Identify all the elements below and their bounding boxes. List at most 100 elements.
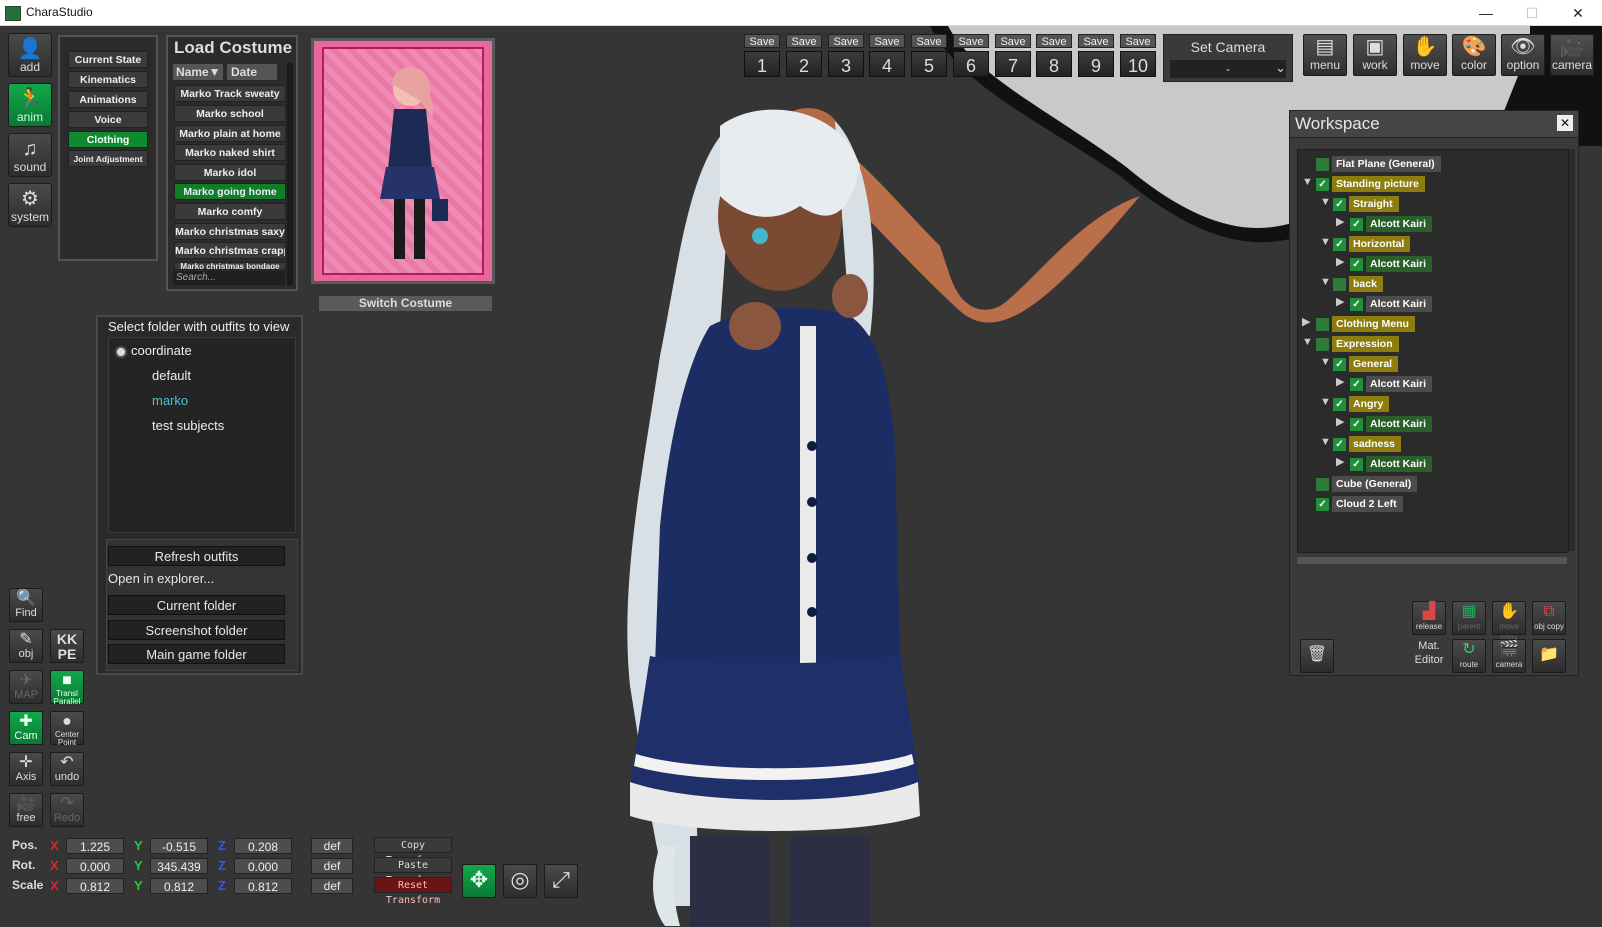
clapperboard-icon[interactable]: 9 — [1078, 51, 1114, 77]
save-slot-8[interactable]: Save 8 — [1036, 34, 1072, 77]
kkpe-button[interactable]: KK PE — [50, 629, 84, 663]
tree-node[interactable]: ✓ sadness — [1333, 436, 1402, 452]
add-button[interactable]: 👤 add — [8, 33, 52, 77]
expand-triangle-icon[interactable]: ▼ — [1320, 195, 1332, 209]
undo-button[interactable]: ↶ undo — [50, 752, 84, 786]
menu-joint-adjustment[interactable]: Joint Adjustment — [68, 150, 148, 167]
redo-button[interactable]: ↷ Redo — [50, 793, 84, 827]
tree-node[interactable]: ✓ Alcott Kairi — [1350, 376, 1433, 392]
checkbox[interactable]: ✓ — [1316, 337, 1329, 351]
pos-z-field[interactable]: 0.208 — [234, 838, 292, 854]
scale-y-field[interactable]: 0.812 — [150, 878, 208, 894]
costume-item[interactable]: Marko Track sweaty — [174, 85, 286, 102]
switch-costume-button[interactable]: Switch Costume — [319, 296, 492, 311]
workspace-close-button[interactable]: ✕ — [1557, 115, 1573, 131]
costume-search-input[interactable]: Search... — [173, 271, 285, 285]
tree-node[interactable]: ✓ Horizontal — [1333, 236, 1411, 252]
menu-button[interactable]: ▤ menu — [1303, 34, 1347, 76]
checkbox[interactable]: ✓ — [1316, 157, 1329, 171]
expand-triangle-icon[interactable]: ▼ — [1320, 435, 1332, 449]
anim-button[interactable]: 🏃 anim — [8, 83, 52, 127]
save-slot-5[interactable]: Save 5 — [911, 34, 947, 77]
tree-node[interactable]: ✓ Angry — [1333, 396, 1390, 412]
delete-button[interactable]: 🗑 — [1300, 639, 1334, 673]
tree-node[interactable]: ✓ Alcott Kairi — [1350, 256, 1433, 272]
clapperboard-icon[interactable]: 10 — [1120, 51, 1156, 77]
pos-x-field[interactable]: 1.225 — [66, 838, 124, 854]
tree-node[interactable]: ✓ Alcott Kairi — [1350, 216, 1433, 232]
checkbox[interactable]: ✓ — [1350, 217, 1363, 231]
workspace-vscrollbar[interactable] — [1569, 149, 1575, 551]
expand-triangle-icon[interactable]: ▶ — [1336, 215, 1348, 229]
save-slot-6[interactable]: Save 6 — [953, 34, 989, 77]
menu-kinematics[interactable]: Kinematics — [68, 71, 148, 88]
expand-triangle-icon[interactable]: ▶ — [1336, 375, 1348, 389]
save-slot-7[interactable]: Save 7 — [995, 34, 1031, 77]
parent-button[interactable]: ▦ parent — [1452, 601, 1486, 635]
maximize-button[interactable]: ☐ — [1510, 3, 1554, 23]
rot-z-field[interactable]: 0.000 — [234, 858, 292, 874]
move-copy-button[interactable]: ✋ move copy — [1492, 601, 1526, 642]
option-button[interactable]: 👁 option — [1501, 34, 1545, 76]
tree-node[interactable]: ✓ Straight — [1333, 196, 1399, 212]
checkbox[interactable]: ✓ — [1350, 377, 1363, 391]
folder-button[interactable]: 📁 — [1532, 639, 1566, 673]
copy-transform-button[interactable]: Copy Transform — [374, 837, 452, 866]
folder-root[interactable]: coordinate — [131, 343, 192, 358]
reset-transform-button[interactable]: Reset Transform — [374, 877, 452, 906]
checkbox[interactable]: ✓ — [1316, 317, 1329, 331]
set-camera-select[interactable]: - — [1170, 60, 1286, 78]
pos-y-field[interactable]: -0.515 — [150, 838, 208, 854]
checkbox[interactable]: ✓ — [1333, 277, 1346, 291]
scale-z-field[interactable]: 0.812 — [234, 878, 292, 894]
center-point-button[interactable]: ● Center Point — [50, 711, 84, 747]
clapperboard-icon[interactable]: 3 — [828, 51, 864, 77]
save-slot-3[interactable]: Save 3 — [828, 34, 864, 77]
minimize-button[interactable]: — — [1464, 3, 1508, 23]
paste-transform-button[interactable]: Paste Transform — [374, 857, 452, 886]
tree-node[interactable]: ✓Expression — [1316, 336, 1399, 352]
folder-item-selected[interactable]: marko — [152, 393, 188, 408]
obj-button[interactable]: ✎ obj — [9, 629, 43, 663]
work-button[interactable]: ▣ work — [1353, 34, 1397, 76]
ws-camera-button[interactable]: 🎬 camera — [1492, 639, 1526, 673]
clapperboard-icon[interactable]: 8 — [1036, 51, 1072, 77]
system-button[interactable]: ⚙ system — [8, 183, 52, 227]
expand-triangle-icon[interactable]: ▶ — [1336, 455, 1348, 469]
costume-item[interactable]: Marko plain at home — [174, 125, 286, 142]
checkbox[interactable]: ✓ — [1316, 497, 1329, 511]
checkbox[interactable]: ✓ — [1350, 457, 1363, 471]
save-slot-1[interactable]: Save 1 — [744, 34, 780, 77]
tree-node[interactable]: ✓Cube (General) — [1316, 476, 1418, 492]
clapperboard-icon[interactable]: 2 — [786, 51, 822, 77]
expand-radio-icon[interactable] — [115, 346, 127, 358]
checkbox[interactable]: ✓ — [1350, 257, 1363, 271]
tree-node[interactable]: ✓Clothing Menu — [1316, 316, 1415, 332]
clapperboard-icon[interactable]: 6 — [953, 51, 989, 77]
clapperboard-icon[interactable]: 4 — [869, 51, 905, 77]
costume-list-scrollbar[interactable] — [287, 63, 293, 285]
main-game-folder-button[interactable]: Main game folder — [108, 644, 285, 664]
costume-item[interactable]: Marko christmas bondage — [174, 262, 286, 270]
release-button[interactable]: ▟ release — [1412, 601, 1446, 635]
folder-item[interactable]: test subjects — [152, 418, 224, 433]
costume-item[interactable]: Marko naked shirt — [174, 144, 286, 161]
checkbox[interactable]: ✓ — [1316, 177, 1329, 191]
scale-default-button[interactable]: def — [311, 878, 353, 894]
menu-voice[interactable]: Voice — [68, 111, 148, 128]
folder-item[interactable]: default — [152, 368, 191, 383]
save-slot-10[interactable]: Save 10 — [1120, 34, 1156, 77]
rot-y-field[interactable]: 345.439 — [150, 858, 208, 874]
save-slot-2[interactable]: Save 2 — [786, 34, 822, 77]
checkbox[interactable]: ✓ — [1333, 437, 1346, 451]
tree-node[interactable]: ✓ Standing picture — [1316, 176, 1425, 192]
checkbox[interactable]: ✓ — [1333, 197, 1346, 211]
refresh-outfits-button[interactable]: Refresh outfits — [108, 546, 285, 566]
expand-triangle-icon[interactable]: ▼ — [1302, 175, 1314, 189]
rot-default-button[interactable]: def — [311, 858, 353, 874]
pos-default-button[interactable]: def — [311, 838, 353, 854]
workspace-hscrollbar[interactable] — [1297, 557, 1567, 564]
tree-node[interactable]: ✓ General — [1333, 356, 1399, 372]
tree-node[interactable]: ✓ Alcott Kairi — [1350, 296, 1433, 312]
clapperboard-icon[interactable]: 7 — [995, 51, 1031, 77]
